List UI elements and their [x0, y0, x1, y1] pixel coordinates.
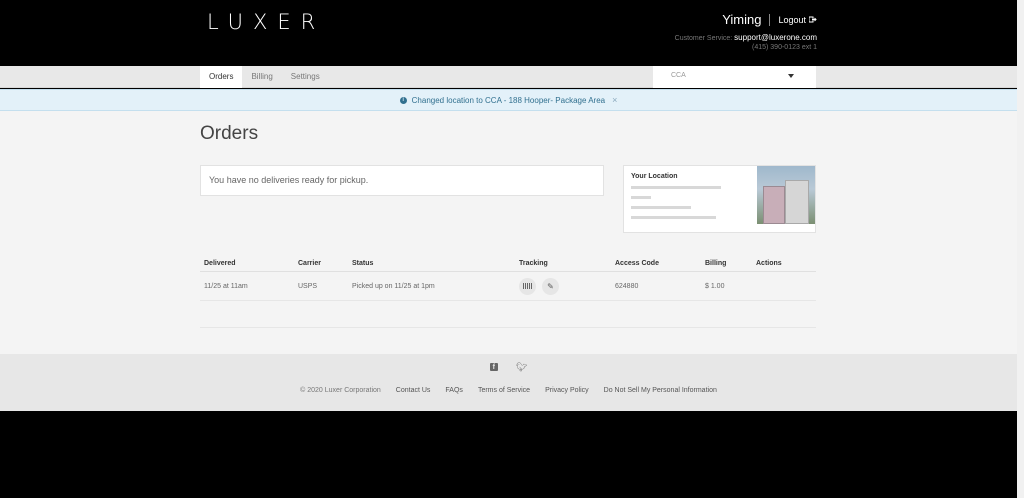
logout-link[interactable]: Logout: [778, 15, 817, 25]
nav-tabs: Orders Billing Settings: [200, 66, 329, 88]
billing-cell: $ 1.00: [705, 282, 725, 290]
location-select[interactable]: CCA: [653, 66, 816, 88]
location-changed-alert: i Changed location to CCA - 188 Hooper- …: [0, 89, 1017, 111]
orders-table: Delivered Carrier Status Tracking Access…: [200, 255, 816, 301]
cs-phone: (415) 390-0123 ext 1: [752, 44, 817, 51]
redacted-text: [631, 216, 716, 219]
alert-message: Changed location to CCA - 188 Hooper- Pa…: [411, 95, 606, 105]
building-shape: [785, 180, 809, 224]
pencil-icon: ✎: [547, 281, 554, 291]
tab-orders[interactable]: Orders: [200, 66, 243, 88]
location-select-value: CCA: [671, 72, 686, 79]
column-header: Billing: [705, 259, 727, 267]
logout-icon: [809, 16, 817, 23]
cs-email-link[interactable]: support@luxerone.com: [734, 33, 817, 42]
facebook-icon[interactable]: f: [489, 363, 498, 371]
site-footer: f 🐦︎ © 2020 Luxer Corporation Contact Us…: [0, 354, 1017, 411]
redacted-text: [631, 196, 651, 199]
tracking-cell: ✎: [519, 277, 615, 295]
footer-link-terms[interactable]: Terms of Service: [478, 387, 530, 394]
carrier-cell: USPS: [298, 282, 318, 290]
copyright: © 2020 Luxer Corporation: [300, 387, 381, 394]
column-header: Carrier: [298, 259, 321, 267]
footer-links: © 2020 Luxer Corporation Contact Us FAQs…: [0, 387, 1017, 394]
column-header: Delivered: [204, 259, 236, 267]
footer-link-do-not-sell[interactable]: Do Not Sell My Personal Information: [604, 387, 717, 394]
luxer-logo[interactable]: LUXER: [207, 10, 325, 34]
close-icon[interactable]: ×: [612, 95, 617, 105]
customer-service: Customer Service: support@luxerone.com: [675, 33, 817, 42]
tab-billing[interactable]: Billing: [242, 66, 281, 88]
info-icon: i: [399, 96, 407, 104]
table-header-row: Delivered Carrier Status Tracking Access…: [200, 255, 816, 272]
column-header: Tracking: [519, 259, 548, 267]
chevron-down-icon: [788, 74, 794, 78]
page-title: Orders: [200, 123, 259, 144]
barcode-icon: [523, 283, 532, 289]
edit-button[interactable]: ✎: [542, 277, 559, 295]
logout-label: Logout: [778, 14, 806, 25]
barcode-button[interactable]: [519, 277, 536, 295]
location-card: Your Location: [623, 165, 816, 233]
divider: [769, 13, 771, 26]
cs-label: Customer Service:: [674, 35, 733, 42]
divider: [200, 327, 816, 328]
table-row: 11/25 at 11am USPS Picked up on 11/25 at…: [200, 272, 816, 301]
scrollbar[interactable]: [1017, 0, 1024, 498]
footer-link-contact[interactable]: Contact Us: [396, 387, 431, 394]
column-header: Status: [352, 259, 374, 267]
nav-bar: Orders Billing Settings CCA: [0, 66, 1017, 88]
page: LUXER Yiming Logout Customer Service: su…: [0, 0, 1017, 498]
user-name[interactable]: Yiming: [722, 12, 761, 27]
column-header: Access Code: [615, 259, 659, 267]
access-code-cell: 624880: [615, 282, 639, 290]
twitter-icon[interactable]: 🐦︎: [516, 363, 527, 372]
site-header: LUXER Yiming Logout Customer Service: su…: [0, 0, 1017, 66]
tab-settings[interactable]: Settings: [282, 66, 329, 88]
footer-link-privacy[interactable]: Privacy Policy: [545, 387, 589, 394]
footer-link-faqs[interactable]: FAQs: [445, 387, 463, 394]
page-bottom: [0, 411, 1017, 498]
redacted-text: [631, 206, 691, 209]
redacted-text: [631, 186, 721, 189]
column-header: Actions: [756, 259, 782, 267]
social-links: f 🐦︎: [0, 363, 1017, 372]
building-shape: [763, 186, 785, 224]
location-card-label: Your Location: [631, 173, 678, 180]
status-cell: Picked up on 11/25 at 1pm: [352, 282, 435, 290]
empty-deliveries-message: You have no deliveries ready for pickup.: [200, 165, 604, 196]
delivered-cell: 11/25 at 11am: [204, 282, 248, 290]
location-photo: [757, 166, 815, 224]
main-content: Orders You have no deliveries ready for …: [0, 111, 1017, 354]
user-area: Yiming Logout Customer Service: support@…: [675, 12, 817, 51]
